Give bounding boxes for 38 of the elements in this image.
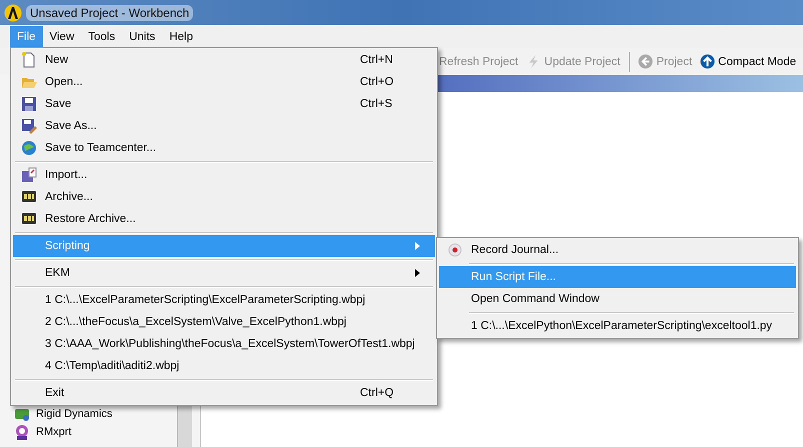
- menu-item[interactable]: Restore Archive...: [13, 208, 435, 230]
- menu-item[interactable]: 1 C:\...\ExcelParameterScripting\ExcelParameterScripting.wbpj: [13, 289, 435, 311]
- floppy-pencil-icon: [21, 118, 37, 134]
- globe-icon: [21, 140, 37, 156]
- menu-item[interactable]: Save As...: [13, 115, 435, 137]
- submenu-arrow-icon: [415, 269, 421, 277]
- app-logo-icon: [4, 4, 22, 22]
- window-title: Unsaved Project - Workbench: [26, 4, 194, 20]
- menu-bar-item[interactable]: Units: [122, 26, 162, 48]
- menu-item[interactable]: EKM: [13, 262, 435, 284]
- menu-item[interactable]: 2 C:\...\theFocus\a_ExcelSystem\Valve_ExcelPython1.wbpj: [13, 311, 435, 333]
- menu-item[interactable]: Import...: [13, 164, 435, 186]
- import-disk-icon: [21, 167, 37, 183]
- menu-item[interactable]: Record Journal...: [439, 239, 796, 261]
- menu-bar-item[interactable]: View: [42, 26, 82, 48]
- menu-item[interactable]: Save Ctrl+S: [13, 93, 435, 115]
- menu-bar-item[interactable]: Help: [162, 26, 200, 48]
- block-icon: [14, 406, 30, 422]
- toolbox-item[interactable]: RMxprt: [14, 423, 177, 441]
- menu-item[interactable]: Open Command Window: [439, 288, 796, 310]
- menu-item[interactable]: 3 C:\AAA_Work\Publishing\theFocus\a_ExcelSystem\TowerOfTest1.wbpj: [13, 333, 435, 355]
- menu-item[interactable]: Save to Teamcenter...: [13, 137, 435, 159]
- menu-item[interactable]: 1 C:\...\ExcelPython\ExcelParameterScripting\exceltool1.py: [439, 315, 796, 337]
- new-page-icon: [21, 52, 37, 68]
- target-icon: [14, 424, 30, 440]
- menu-item[interactable]: New Ctrl+N: [13, 49, 435, 71]
- toolbar-button[interactable]: Compact Mode: [697, 52, 800, 71]
- archive-icon: [21, 211, 37, 227]
- menu-item[interactable]: 4 C:\Temp\aditi\aditi2.wbpj: [13, 355, 435, 377]
- up-arrow-icon: [700, 54, 716, 69]
- menu-item[interactable]: Open... Ctrl+O: [13, 71, 435, 93]
- menu-item[interactable]: Exit Ctrl+Q: [13, 382, 435, 404]
- menu-bar-item[interactable]: Tools: [81, 26, 122, 48]
- menu-item[interactable]: Archive...: [13, 186, 435, 208]
- toolbox-item[interactable]: Rigid Dynamics: [14, 405, 177, 423]
- record-icon: [447, 242, 463, 258]
- submenu-arrow-icon: [415, 242, 421, 250]
- archive-icon: [21, 189, 37, 205]
